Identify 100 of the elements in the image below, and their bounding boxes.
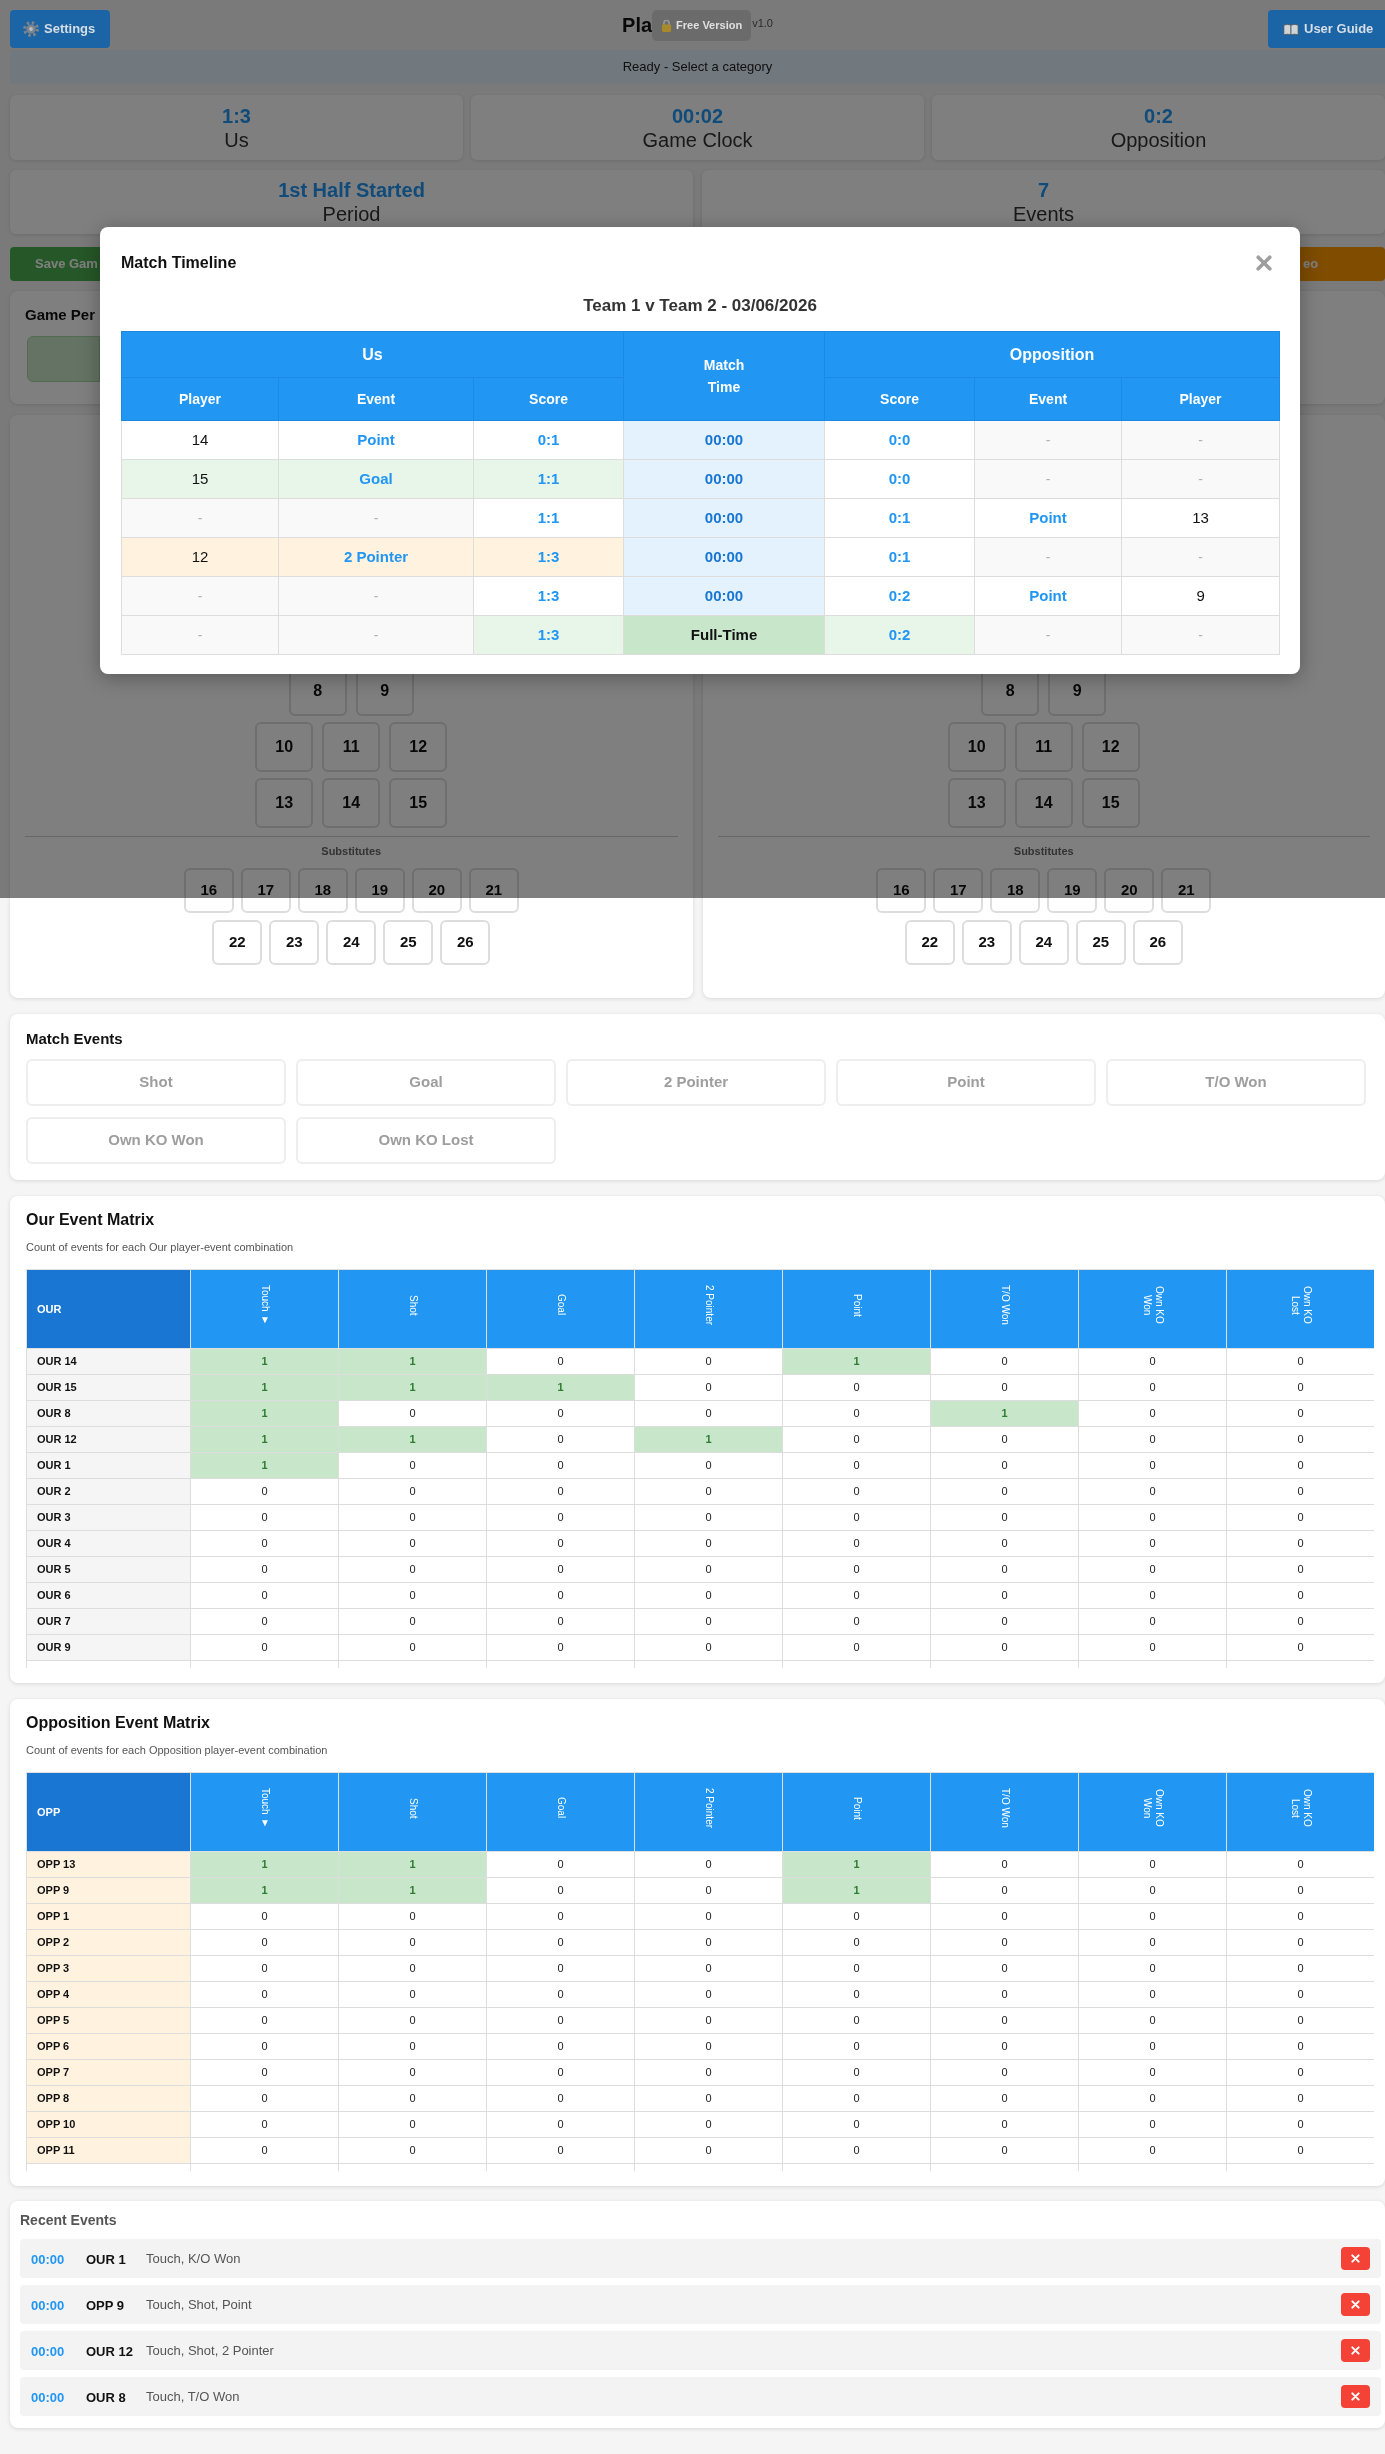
event-player: OPP 9 [86,2297,125,2313]
count-cell: 0 [930,1374,1079,1401]
player-button[interactable]: 13 [947,778,1006,828]
player-button[interactable]: 26 [440,920,491,965]
count-cell: 0 [338,1582,487,1609]
count-cell: 1 [782,1348,931,1375]
column-header[interactable]: 2 Pointer [634,1772,783,1852]
table-cell: Point [974,576,1122,616]
count-cell: 0 [1226,1877,1374,1904]
column-header[interactable]: Touch ▼ [190,1772,339,1852]
x-icon [1351,2254,1360,2263]
player-button[interactable]: 13 [255,778,314,828]
player-button[interactable]: 17 [240,868,291,913]
player-button[interactable]: 12 [389,722,448,772]
player-button[interactable]: 16 [183,868,234,913]
count-cell: 0 [1078,1348,1227,1375]
column-header[interactable]: Own KO Lost [1226,1772,1374,1852]
delete-button[interactable] [1341,2385,1370,2408]
table-cell: 9 [1121,576,1280,616]
score-value: 0:2 [1144,103,1173,128]
player-button[interactable]: 24 [1018,920,1069,965]
row-header: OUR 4 [26,1530,191,1557]
column-header[interactable]: 2 Pointer [634,1269,783,1349]
player-button[interactable]: 12 [1081,722,1140,772]
count-cell: 0 [782,1903,931,1930]
player-button[interactable]: 19 [354,868,405,913]
delete-button[interactable] [1341,2339,1370,2362]
column-header[interactable]: Touch ▼ [190,1269,339,1349]
count-cell: 0 [930,2111,1079,2138]
column-header[interactable]: Point [782,1772,931,1852]
count-cell: 0 [190,1504,339,1531]
close-button[interactable] [1256,255,1272,271]
count-cell: 0 [1078,2059,1227,2086]
count-cell: 0 [782,1400,931,1427]
count-cell: 0 [1226,1504,1374,1531]
player-button[interactable]: 22 [904,920,955,965]
count-cell: 0 [634,2137,783,2164]
player-button[interactable]: 21 [1161,868,1212,913]
table-cell: - [1121,420,1280,460]
delete-button[interactable] [1341,2293,1370,2316]
player-button[interactable]: 25 [1075,920,1126,965]
column-header[interactable]: T/O Won [930,1269,1079,1349]
table-cell: 1:3 [473,537,624,577]
count-cell: 0 [634,2059,783,2086]
count-cell: 0 [486,1877,635,1904]
player-button[interactable]: 15 [389,778,448,828]
player-button[interactable]: 17 [933,868,984,913]
settings-button[interactable]: Settings [10,10,110,48]
panel-title: Match Events [26,1030,123,1048]
player-button[interactable]: 18 [297,868,348,913]
count-cell: 0 [1078,1504,1227,1531]
count-cell: 0 [930,1608,1079,1635]
player-button[interactable]: 20 [1104,868,1155,913]
count-cell: 1 [338,1374,487,1401]
table-cell: 0:0 [824,459,975,499]
player-button[interactable]: 10 [255,722,314,772]
player-button[interactable]: 21 [468,868,519,913]
table-cell: Point [278,420,474,460]
event-description: Touch, T/O Won [146,2387,240,2406]
player-button[interactable]: 15 [1081,778,1140,828]
x-icon [1351,2346,1360,2355]
player-button[interactable]: 22 [212,920,263,965]
player-button[interactable]: 23 [961,920,1012,965]
player-button[interactable]: 14 [1014,778,1073,828]
count-cell: 0 [1226,1851,1374,1878]
player-button[interactable]: 18 [990,868,1041,913]
delete-button[interactable] [1341,2247,1370,2270]
player-button[interactable]: 10 [947,722,1006,772]
column-header[interactable]: Own KO Won [1078,1772,1227,1852]
count-cell: 0 [338,1634,487,1661]
panel-title: Game Per [25,306,96,324]
count-cell: 0 [634,1348,783,1375]
count-cell: 0 [634,1374,783,1401]
count-cell: 0 [930,1504,1079,1531]
column-header[interactable]: Point [782,1269,931,1349]
column-header[interactable]: Goal [486,1269,635,1349]
column-header[interactable]: Shot [338,1269,487,1349]
count-cell: 0 [930,1851,1079,1878]
count-cell: 0 [486,2033,635,2060]
count-cell: 1 [190,1400,339,1427]
player-button[interactable]: 20 [411,868,462,913]
player-button[interactable]: 11 [322,722,381,772]
player-button[interactable]: 23 [269,920,320,965]
player-button[interactable]: 26 [1132,920,1183,965]
player-button[interactable]: 14 [322,778,381,828]
count-cell: 0 [634,1478,783,1505]
column-header[interactable]: T/O Won [930,1772,1079,1852]
column-header[interactable]: Own KO Lost [1226,1269,1374,1349]
table-cell: Full-Time [623,615,825,655]
guide-button[interactable]: User Guide [1268,10,1385,48]
player-button[interactable]: 16 [876,868,927,913]
player-button[interactable]: 19 [1047,868,1098,913]
column-header[interactable]: Shot [338,1772,487,1852]
player-button[interactable]: 11 [1014,722,1073,772]
column-header[interactable]: Goal [486,1772,635,1852]
column-header[interactable]: Own KO Won [1078,1269,1227,1349]
player-button[interactable]: 25 [383,920,434,965]
count-cell: 0 [1078,1851,1227,1878]
player-button[interactable]: 24 [326,920,377,965]
count-cell: 0 [930,1348,1079,1375]
